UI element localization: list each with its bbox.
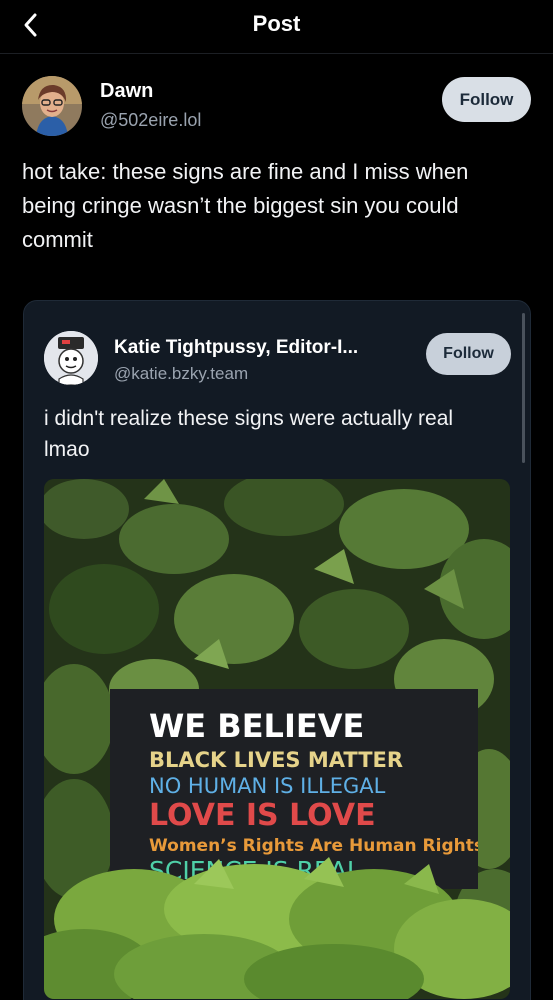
- post-text: hot take: these signs are fine and I mis…: [22, 159, 469, 252]
- page-title: Post: [252, 11, 301, 36]
- post-image[interactable]: WE BELIEVE BLACK LIVES MATTER NO HUMAN I…: [44, 479, 510, 999]
- follow-button[interactable]: Follow: [442, 77, 531, 122]
- quoted-author-handle[interactable]: @katie.bzky.team: [114, 364, 248, 384]
- quoted-post[interactable]: Katie Tightpussy, Editor-I... @katie.bzk…: [23, 300, 531, 1000]
- quoted-avatar[interactable]: [44, 331, 98, 385]
- top-bar: Post: [0, 0, 553, 54]
- sign: WE BELIEVE BLACK LIVES MATTER NO HUMAN I…: [110, 689, 484, 889]
- author-name[interactable]: Dawn: [100, 80, 153, 103]
- quoted-author-name[interactable]: Katie Tightpussy, Editor-I...: [114, 337, 406, 359]
- quoted-follow-button[interactable]: Follow: [426, 333, 511, 375]
- sign-line-womens-rights: Women’s Rights Are Human Rights: [149, 836, 484, 856]
- sign-line-black-lives: BLACK LIVES MATTER: [149, 748, 403, 772]
- sign-line-love: LOVE IS LOVE: [149, 798, 376, 833]
- scrollbar[interactable]: [522, 313, 525, 463]
- avatar[interactable]: [22, 76, 82, 136]
- sign-line-we-believe: WE BELIEVE: [149, 707, 364, 745]
- quoted-post-text: i didn't realize these signs were actual…: [44, 407, 454, 461]
- author-handle[interactable]: @502eire.lol: [100, 110, 201, 131]
- sign-line-no-human: NO HUMAN IS ILLEGAL: [149, 774, 386, 798]
